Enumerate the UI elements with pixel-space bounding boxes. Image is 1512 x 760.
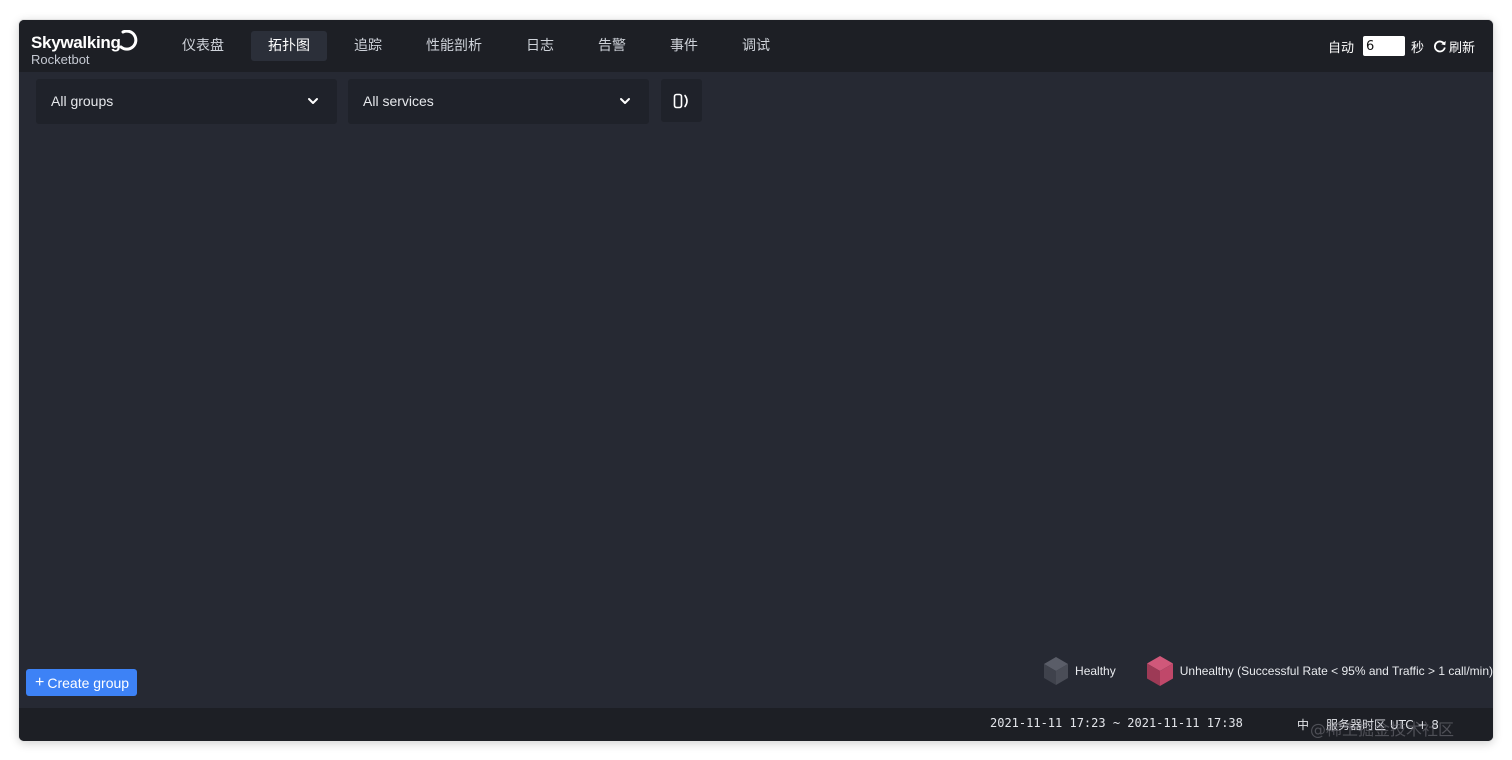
create-group-label: Create group bbox=[47, 674, 130, 691]
refresh-button[interactable]: 刷新 bbox=[1433, 37, 1475, 56]
nav-alarm[interactable]: 告警 bbox=[581, 31, 643, 61]
main-nav: 仪表盘 拓扑图 追踪 性能剖析 日志 告警 事件 调试 bbox=[165, 20, 797, 72]
nav-trace[interactable]: 追踪 bbox=[337, 31, 399, 61]
top-navbar: Skywalking Rocketbot 仪表盘 拓扑图 追踪 性能剖析 日志 … bbox=[19, 20, 1493, 72]
nav-event[interactable]: 事件 bbox=[653, 31, 715, 61]
service-select[interactable]: All services bbox=[348, 79, 649, 124]
group-select-value: All groups bbox=[51, 93, 114, 109]
legend-healthy-label: Healthy bbox=[1075, 664, 1116, 678]
time-range-picker[interactable]: 2021-11-11 17:23 ~ 2021-11-11 17:38 bbox=[990, 716, 1243, 730]
nav-debug[interactable]: 调试 bbox=[725, 31, 787, 61]
legend-unhealthy: Unhealthy (Successful Rate < 95% and Tra… bbox=[1146, 655, 1493, 687]
chevron-down-icon bbox=[308, 98, 318, 104]
unhealthy-cube-icon bbox=[1146, 656, 1173, 686]
service-select-value: All services bbox=[363, 93, 434, 109]
nav-dashboard[interactable]: 仪表盘 bbox=[165, 31, 241, 61]
toggle-layout-icon bbox=[673, 93, 688, 108]
topology-legend: Healthy Unhealthy (Successful Rate < 95%… bbox=[1013, 654, 1493, 688]
footer-bar: 2021-11-11 17:23 ~ 2021-11-11 17:38 中 服务… bbox=[19, 708, 1493, 741]
auto-refresh-label[interactable]: 自动 bbox=[1328, 37, 1354, 56]
seconds-label: 秒 bbox=[1410, 40, 1424, 56]
nav-profile[interactable]: 性能剖析 bbox=[409, 31, 499, 61]
refresh-label: 刷新 bbox=[1448, 40, 1475, 56]
legend-unhealthy-label: Unhealthy (Successful Rate < 95% and Tra… bbox=[1179, 664, 1493, 678]
chevron-down-icon bbox=[620, 98, 630, 104]
refresh-interval-input[interactable] bbox=[1362, 36, 1405, 56]
logo-subtitle: Rocketbot bbox=[31, 52, 90, 67]
app-window: Skywalking Rocketbot 仪表盘 拓扑图 追踪 性能剖析 日志 … bbox=[19, 20, 1493, 741]
logo-title: Skywalking bbox=[31, 33, 121, 52]
toggle-view-button[interactable] bbox=[661, 79, 702, 122]
language-switch[interactable]: 中 bbox=[1297, 716, 1309, 733]
plus-icon: + bbox=[35, 673, 45, 691]
legend-healthy: Healthy bbox=[1043, 656, 1116, 686]
group-select[interactable]: All groups bbox=[36, 79, 337, 124]
logo-arc-icon bbox=[119, 30, 138, 51]
watermark-text: @稀土掘金技术社区 bbox=[1310, 720, 1455, 739]
skywalking-logo[interactable]: Skywalking Rocketbot bbox=[31, 30, 141, 68]
auto-refresh-controls: 自动 秒 刷新 bbox=[1328, 20, 1475, 72]
refresh-icon bbox=[1434, 40, 1446, 53]
nav-log[interactable]: 日志 bbox=[509, 31, 571, 61]
nav-topology[interactable]: 拓扑图 bbox=[251, 31, 327, 61]
create-group-button[interactable]: + Create group bbox=[26, 669, 138, 696]
healthy-cube-icon bbox=[1044, 657, 1069, 685]
